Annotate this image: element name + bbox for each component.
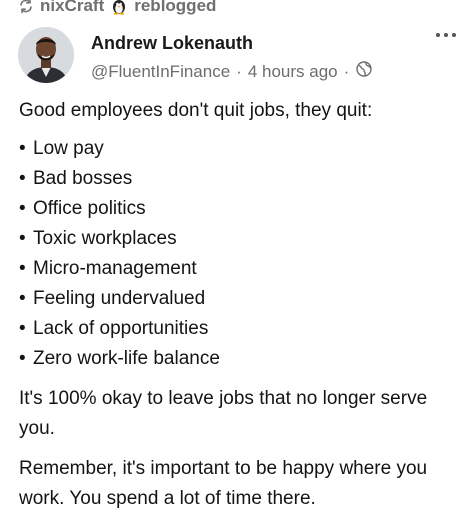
menu-dot [452, 33, 456, 37]
menu-dot [444, 33, 448, 37]
bullet: • [19, 138, 26, 159]
meta-separator: · [236, 61, 242, 81]
list-item-text: Low pay [33, 138, 104, 159]
list-item: • Toxic workplaces [19, 224, 459, 254]
reblog-user-link[interactable]: nixCraft [40, 0, 104, 16]
bullet: • [19, 348, 26, 369]
list-item-text: Feeling undervalued [33, 288, 206, 309]
post-time[interactable]: 4 hours ago [248, 62, 338, 82]
list-item: • Office politics [19, 194, 459, 224]
list-item: • Zero work-life balance [19, 344, 459, 374]
author-name[interactable]: Andrew Lokenauth [91, 33, 253, 54]
list-item: • Lack of opportunities [19, 314, 459, 344]
post-body: Good employees don't quit jobs, they qui… [19, 96, 459, 524]
list-item-text: Micro-management [33, 258, 197, 279]
bullet: • [19, 198, 26, 219]
list-item: • Low pay [19, 134, 459, 164]
bullet: • [19, 288, 26, 309]
bullet: • [19, 168, 26, 189]
list-item-text: Zero work-life balance [33, 348, 220, 369]
reblog-icon [18, 0, 34, 14]
reblog-header: nixCraft reblogged [18, 0, 216, 16]
list-item-text: Office politics [33, 198, 146, 219]
bullet: • [19, 318, 26, 339]
reasons-list: • Low pay • Bad bosses • Office politics • T… [19, 134, 459, 374]
bullet: • [19, 258, 26, 279]
reblog-action-label: reblogged [134, 0, 217, 15]
list-item-text: Bad bosses [33, 168, 133, 189]
more-options-icon[interactable] [436, 33, 456, 37]
penguin-icon [110, 0, 128, 15]
bullet: • [19, 228, 26, 249]
post-paragraph: It's 100% okay to leave jobs that no lon… [19, 388, 428, 439]
post-meta: @FluentInFinance · 4 hours ago · [91, 60, 373, 83]
post-intro: Good employees don't quit jobs, they qui… [19, 100, 373, 121]
avatar[interactable] [18, 27, 74, 83]
list-item: • Feeling undervalued [19, 284, 459, 314]
list-item: • Micro-management [19, 254, 459, 284]
list-item-text: Toxic workplaces [33, 228, 177, 249]
globe-icon [355, 60, 373, 83]
list-item-text: Lack of opportunities [33, 318, 209, 339]
post-paragraph: Remember, it's important to be happy whe… [19, 458, 428, 509]
meta-separator: · [343, 61, 350, 81]
menu-dot [436, 33, 440, 37]
list-item: • Bad bosses [19, 164, 459, 194]
author-handle[interactable]: @FluentInFinance [91, 62, 230, 82]
